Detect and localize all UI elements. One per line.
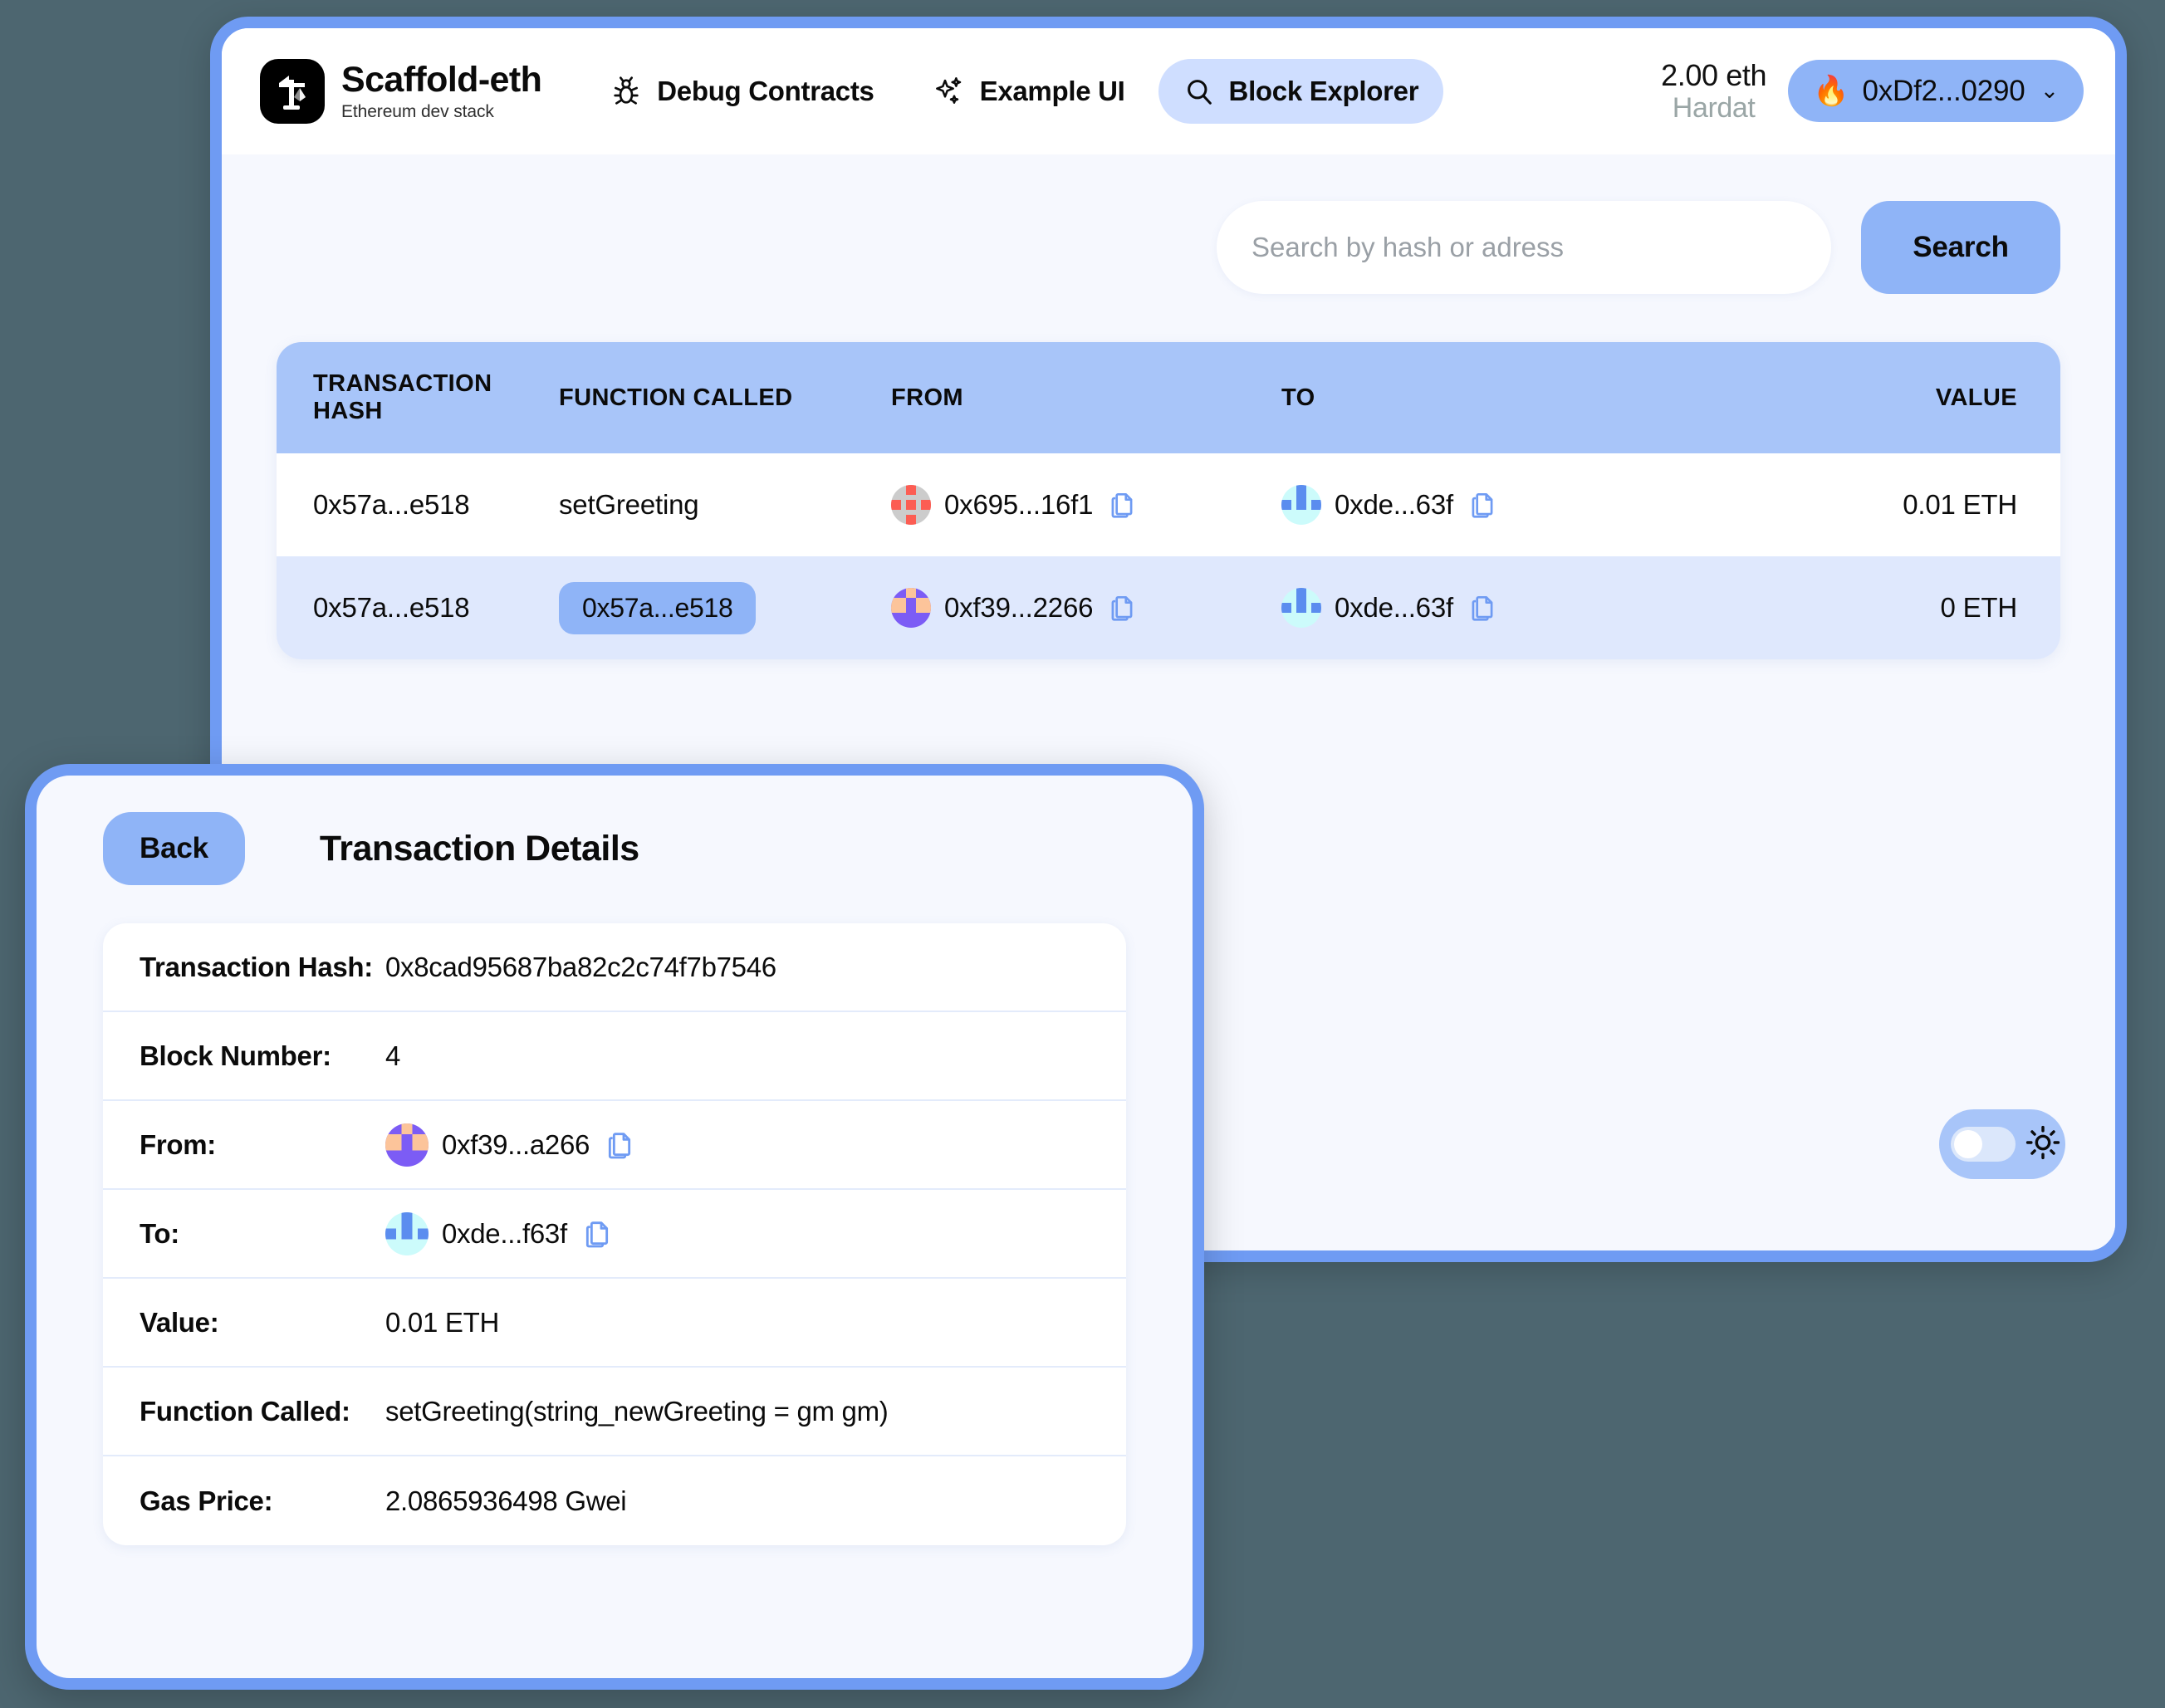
cell-to: 0xde...63f xyxy=(1281,556,1672,659)
navbar: Scaffold-eth Ethereum dev stack xyxy=(222,28,2115,154)
brand-subtitle: Ethereum dev stack xyxy=(341,103,541,121)
nav-item-label: Block Explorer xyxy=(1229,76,1419,107)
table-row[interactable]: 0x57a...e518 0x57a...e518 xyxy=(277,556,2060,659)
details-card: Transaction Hash: 0x8cad95687ba82c2c74f7… xyxy=(103,923,1126,1545)
balance-amount: 2.00 eth xyxy=(1661,59,1766,92)
blockie-avatar xyxy=(385,1123,429,1167)
copy-icon[interactable] xyxy=(1106,592,1138,624)
detail-value-group: 0xf39...a266 xyxy=(385,1123,636,1167)
detail-value: 4 xyxy=(385,1040,400,1072)
nav-item-label: Debug Contracts xyxy=(657,76,874,107)
transaction-details-panel: Back Transaction Details Transaction Has… xyxy=(25,764,1204,1690)
column-header-transaction-hash[interactable]: TRANSACTION HASH xyxy=(277,342,559,453)
account-button[interactable]: 🔥 0xDf2...0290 ⌄ xyxy=(1788,60,2084,122)
blockie-avatar xyxy=(385,1212,429,1255)
cell-to: 0xde...63f xyxy=(1281,453,1672,556)
column-header-function-called[interactable]: FUNCTION CALLED xyxy=(559,342,891,453)
flame-icon: 🔥 xyxy=(1813,74,1849,108)
cell-transaction-hash[interactable]: 0x57a...e518 xyxy=(277,556,559,659)
copy-icon[interactable] xyxy=(1467,489,1498,521)
copy-icon[interactable] xyxy=(580,1217,614,1250)
detail-value: 2.0865936498 Gwei xyxy=(385,1485,626,1517)
nav-right: 2.00 eth Hardat 🔥 0xDf2...0290 ⌄ xyxy=(1661,59,2084,124)
theme-toggle[interactable] xyxy=(1939,1109,2065,1179)
detail-row-block-number: Block Number: 4 xyxy=(103,1012,1126,1101)
switch-knob xyxy=(1954,1130,1982,1158)
detail-row-transaction-hash: Transaction Hash: 0x8cad95687ba82c2c74f7… xyxy=(103,923,1126,1012)
detail-row-function-called: Function Called: setGreeting(string_newG… xyxy=(103,1368,1126,1456)
to-address: 0xde...63f xyxy=(1335,489,1453,521)
network-name: Hardat xyxy=(1673,92,1756,124)
brand-title: Scaffold-eth xyxy=(341,61,541,99)
detail-row-to: To: 0xde...f63f xyxy=(103,1190,1126,1279)
search-row: Search xyxy=(277,201,2060,294)
blockie-avatar xyxy=(891,485,931,525)
nav-item-example-ui[interactable]: Example UI xyxy=(908,58,1150,125)
detail-label: Block Number: xyxy=(140,1040,385,1072)
cell-from: 0xf39...2266 xyxy=(891,556,1281,659)
cell-value: 0.01 ETH xyxy=(1672,453,2060,556)
detail-label: To: xyxy=(140,1218,385,1250)
copy-icon[interactable] xyxy=(1467,592,1498,624)
back-button[interactable]: Back xyxy=(103,812,245,885)
detail-value: 0x8cad95687ba82c2c74f7b7546 xyxy=(385,952,776,983)
detail-row-gas-price: Gas Price: 2.0865936498 Gwei xyxy=(103,1456,1126,1545)
detail-label: Transaction Hash: xyxy=(140,952,385,983)
detail-row-from: From: 0xf39...a266 xyxy=(103,1101,1126,1190)
search-icon xyxy=(1183,76,1215,107)
table-body: 0x57a...e518 setGreeting xyxy=(277,453,2060,659)
balance-display: 2.00 eth Hardat xyxy=(1661,59,1766,124)
cell-function-called: 0x57a...e518 xyxy=(559,556,891,659)
nav-item-label: Example UI xyxy=(980,76,1125,107)
account-address: 0xDf2...0290 xyxy=(1862,75,2025,108)
nav-links: Debug Contracts Example UI xyxy=(585,58,1443,125)
table-header: TRANSACTION HASH FUNCTION CALLED FROM TO… xyxy=(277,342,2060,453)
cell-from: 0x695...16f1 xyxy=(891,453,1281,556)
transactions-table: TRANSACTION HASH FUNCTION CALLED FROM TO… xyxy=(277,342,2060,659)
detail-value: setGreeting(string_newGreeting = gm gm) xyxy=(385,1396,889,1427)
cell-transaction-hash[interactable]: 0x57a...e518 xyxy=(277,453,559,556)
sun-icon xyxy=(2024,1123,2062,1166)
column-header-from[interactable]: FROM xyxy=(891,342,1281,453)
detail-address: 0xde...f63f xyxy=(442,1218,567,1250)
from-address: 0x695...16f1 xyxy=(944,489,1093,521)
nav-item-debug-contracts[interactable]: Debug Contracts xyxy=(585,58,899,125)
bug-icon xyxy=(610,75,643,108)
nav-item-block-explorer[interactable]: Block Explorer xyxy=(1158,59,1444,124)
detail-value: 0.01 ETH xyxy=(385,1307,499,1339)
scaffold-eth-logo-icon xyxy=(260,59,325,124)
blockie-avatar xyxy=(1281,588,1321,628)
column-header-to[interactable]: TO xyxy=(1281,342,1672,453)
detail-value-group: 0xde...f63f xyxy=(385,1212,614,1255)
cell-value: 0 ETH xyxy=(1672,556,2060,659)
copy-icon[interactable] xyxy=(603,1128,636,1162)
detail-label: Value: xyxy=(140,1307,385,1339)
chevron-down-icon: ⌄ xyxy=(2040,78,2059,104)
detail-label: Function Called: xyxy=(140,1396,385,1427)
search-button[interactable]: Search xyxy=(1861,201,2060,294)
detail-address: 0xf39...a266 xyxy=(442,1129,590,1161)
blockie-avatar xyxy=(891,588,931,628)
function-name: setGreeting xyxy=(559,489,698,520)
details-header: Back Transaction Details xyxy=(37,776,1193,885)
detail-label: From: xyxy=(140,1129,385,1161)
to-address: 0xde...63f xyxy=(1335,592,1453,624)
cell-function-called: setGreeting xyxy=(559,453,891,556)
column-header-value[interactable]: VALUE xyxy=(1672,342,2060,453)
detail-label: Gas Price: xyxy=(140,1485,385,1517)
screen: Scaffold-eth Ethereum dev stack xyxy=(0,0,2165,1708)
table-row[interactable]: 0x57a...e518 setGreeting xyxy=(277,453,2060,556)
details-title: Transaction Details xyxy=(320,829,639,869)
blockie-avatar xyxy=(1281,485,1321,525)
brand[interactable]: Scaffold-eth Ethereum dev stack xyxy=(260,59,541,124)
detail-row-value: Value: 0.01 ETH xyxy=(103,1279,1126,1368)
sparkles-icon xyxy=(933,75,966,108)
function-pill[interactable]: 0x57a...e518 xyxy=(559,582,756,634)
from-address: 0xf39...2266 xyxy=(944,592,1093,624)
search-input[interactable] xyxy=(1217,201,1831,294)
copy-icon[interactable] xyxy=(1106,489,1138,521)
theme-switch[interactable] xyxy=(1951,1127,2016,1162)
table-header-row: TRANSACTION HASH FUNCTION CALLED FROM TO… xyxy=(277,342,2060,453)
